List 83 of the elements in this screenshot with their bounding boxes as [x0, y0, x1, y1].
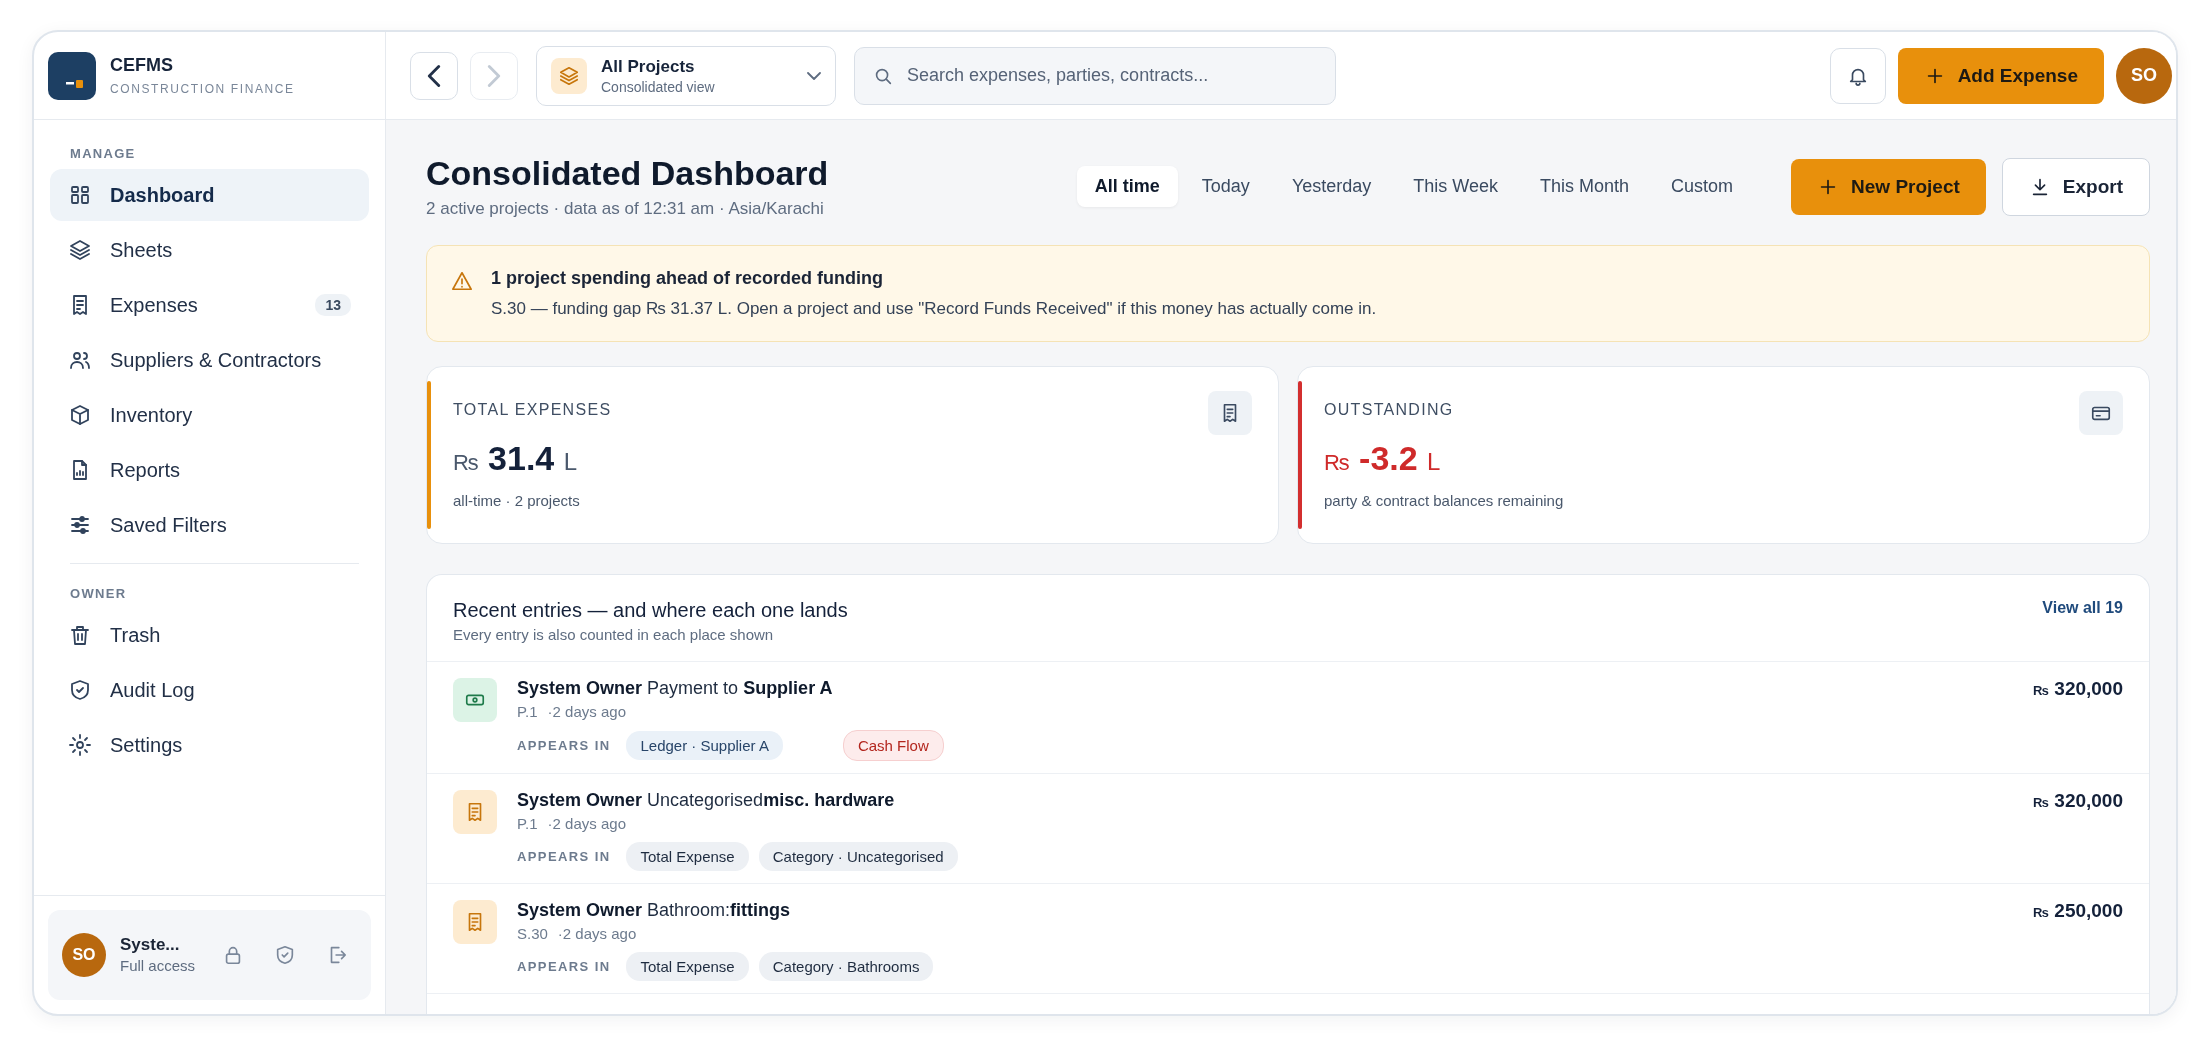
panel-subtitle: Every entry is also counted in each place shown [453, 626, 775, 643]
entry-time: ·2 days ago [547, 703, 626, 720]
sidebar-item[interactable]: Dashboard [50, 169, 369, 221]
receipt-icon [453, 790, 497, 834]
card-icon [2079, 391, 2123, 435]
count-badge: 13 [315, 294, 351, 316]
box-icon [68, 403, 92, 427]
app-tagline: CONSTRUCTION FINANCE [110, 82, 295, 96]
layers-icon [68, 238, 92, 262]
entry-title: System Owner Uncategorisedmisc. hardware [517, 790, 896, 811]
receipt-icon [1208, 391, 1252, 435]
range-tab[interactable]: Today [1183, 166, 1268, 207]
page-subtitle: 2 active projects · data as of 12:31 am · Asia/Karachi [426, 199, 825, 219]
sidebar-item[interactable]: Trash [50, 609, 369, 661]
sidebar-item[interactable]: Reports [50, 444, 369, 496]
sidebar-item[interactable]: Sheets [50, 224, 369, 276]
tag: Cash Flow [842, 730, 944, 761]
tag: Category · Bathrooms [758, 952, 934, 981]
entry-amount: ₨ 320,000 [2033, 678, 2123, 701]
search-field[interactable]: Search expenses, parties, contracts... [854, 46, 1336, 105]
panel-title: Recent entries — and where each one lands [453, 599, 848, 622]
entry-amount: ₨ 320,000 [2033, 790, 2123, 813]
view-all-link[interactable]: View all 19 [2042, 599, 2123, 643]
range-tab[interactable]: Custom [1653, 166, 1752, 207]
appears-in-label: APPEARS IN [517, 959, 611, 974]
tag: Category · Uncategorised [758, 842, 958, 871]
page-title: Consolidated Dashboard [426, 154, 830, 193]
entry-title: System Owner Bathroom:fittings [517, 900, 792, 921]
sidebar-item[interactable]: Expenses 13 [50, 279, 369, 331]
tag: Total Expense [626, 842, 749, 871]
receipt-icon [453, 900, 497, 944]
stat-value: ₨ -3.2 L [1324, 439, 1442, 478]
entry-title: System Owner Payment to Supplier A [517, 678, 834, 699]
banknote-icon [453, 678, 497, 722]
back-button[interactable] [410, 51, 458, 100]
sidebar-item[interactable]: Suppliers & Contractors [50, 334, 369, 386]
sidebar-item[interactable]: Settings [50, 719, 369, 771]
stat-note: party & contract balances remaining [1324, 492, 1565, 509]
new-project-button[interactable]: New Project [1791, 158, 1986, 215]
stat-note: all-time · 2 projects [453, 492, 581, 509]
layers-icon [558, 64, 580, 87]
notifications-button[interactable] [1829, 47, 1886, 104]
range-tab[interactable]: All time [1076, 166, 1178, 207]
sidebar-item[interactable]: Inventory [50, 389, 369, 441]
settings-icon [68, 733, 92, 757]
entry-time: ·2 days ago [547, 815, 626, 832]
entry-time: ·2 days ago [557, 925, 637, 942]
app-name: CEFMS [110, 55, 174, 76]
tag: Total Expense [626, 952, 749, 981]
section-heading: MANAGE [69, 145, 137, 163]
export-button[interactable]: Export [2001, 157, 2150, 216]
add-expense-button[interactable]: Add Expense [1897, 47, 2104, 104]
section-heading: OWNER [69, 585, 128, 603]
project-code: P.1 [517, 815, 538, 832]
tag: Ledger · Supplier A [626, 731, 783, 760]
sidebar-item[interactable]: Audit Log [50, 664, 369, 716]
grid-icon [68, 183, 92, 207]
user-name: Syste... [120, 935, 181, 956]
avatar[interactable]: SO [2116, 47, 2172, 104]
shield-check-icon [274, 944, 296, 966]
shield-check-icon [68, 678, 92, 702]
appears-in-label: APPEARS IN [517, 849, 611, 864]
user-role: Full access [120, 957, 196, 975]
project-selector[interactable]: All Projects Consolidated view [536, 45, 836, 106]
sidebar-item[interactable]: Saved Filters [50, 499, 369, 551]
appears-in-label: APPEARS IN [517, 738, 611, 753]
range-tab[interactable]: Yesterday [1273, 166, 1390, 207]
range-tab[interactable]: This Week [1395, 166, 1516, 207]
entry-amount: ₨ 250,000 [2033, 900, 2123, 923]
warning-icon [451, 270, 473, 292]
alert-title: 1 project spending ahead of recorded funding [491, 268, 885, 289]
stat-label: TOTAL EXPENSES [453, 401, 613, 419]
project-code: S.30 [517, 925, 548, 942]
trash-icon [68, 623, 92, 647]
stat-label: OUTSTANDING [1324, 401, 1455, 419]
avatar[interactable]: SO [62, 933, 106, 977]
project-code: P.1 [517, 703, 538, 720]
alert-message: S.30 — funding gap ₨ 31.37 L. Open a project and use "Record Funds Received" if this money has actually come in. [491, 299, 1377, 319]
stat-value: ₨ 31.4 L [453, 439, 579, 478]
chevron-down-icon [807, 71, 821, 80]
range-tab[interactable]: This Month [1522, 166, 1648, 207]
sliders-icon [68, 513, 92, 537]
logo-icon [48, 51, 96, 100]
